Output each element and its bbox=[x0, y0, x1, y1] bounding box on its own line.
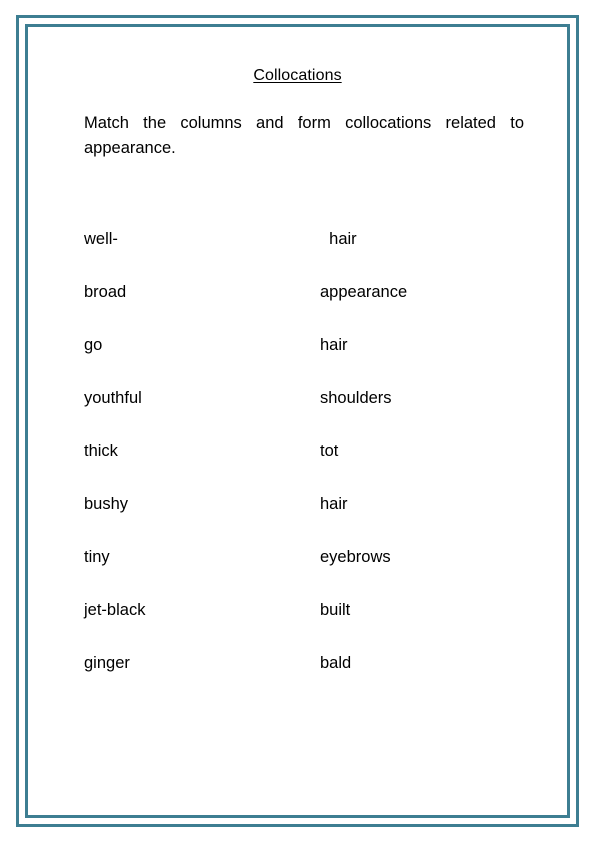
left-column-item: well- bbox=[84, 230, 118, 248]
page-title: Collocations bbox=[40, 40, 555, 85]
table-row: go hair bbox=[40, 336, 555, 389]
table-row: well- hair bbox=[40, 230, 555, 283]
table-row: jet-black built bbox=[40, 601, 555, 654]
instructions-text: Match the columns and form collocations … bbox=[84, 114, 524, 157]
right-column-item: hair bbox=[320, 336, 348, 354]
worksheet-page: Collocations Match the columns and form … bbox=[0, 0, 595, 842]
right-column-item: hair bbox=[320, 230, 357, 248]
worksheet-content: Collocations Match the columns and form … bbox=[40, 40, 555, 800]
table-row: tiny eyebrows bbox=[40, 548, 555, 601]
left-column-item: youthful bbox=[84, 389, 142, 407]
left-column-item: tiny bbox=[84, 548, 110, 566]
right-column-item: shoulders bbox=[320, 389, 392, 407]
right-column-item: hair bbox=[320, 495, 348, 513]
table-row: ginger bald bbox=[40, 654, 555, 707]
right-column-item: built bbox=[320, 601, 351, 619]
table-row: bushy hair bbox=[40, 495, 555, 548]
right-column-item: tot bbox=[320, 442, 339, 460]
table-row: broad appearance bbox=[40, 283, 555, 336]
left-column-item: broad bbox=[84, 283, 127, 301]
left-column-item: ginger bbox=[84, 654, 130, 672]
left-column-item: bushy bbox=[84, 495, 129, 513]
right-column-item: appearance bbox=[320, 283, 408, 301]
right-column-item: eyebrows bbox=[320, 548, 391, 566]
table-row: youthful shoulders bbox=[40, 389, 555, 442]
left-column-item: thick bbox=[84, 442, 118, 460]
table-row: thick tot bbox=[40, 442, 555, 495]
matching-columns: well- hair broad appearance go hair yout… bbox=[40, 186, 555, 707]
left-column-item: go bbox=[84, 336, 103, 354]
left-column-item: jet-black bbox=[84, 601, 146, 619]
right-column-item: bald bbox=[320, 654, 352, 672]
page-title-text: Collocations bbox=[253, 67, 342, 84]
